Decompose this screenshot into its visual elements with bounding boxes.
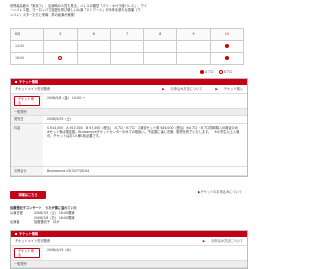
info-row: お問合せ Bunkamura 03(3477)9244 — [11, 167, 247, 176]
calendar-cell — [143, 52, 178, 65]
intro-text: 世界最高峰の「東京フ」、出演時の人員も見る、バレエの殿堂「パリ・オペラ座バレエ」… — [10, 4, 246, 17]
ticket-panel: チケット情報 チケットメイト先行販売 ▶ お申込み方法について ▶ チケット購入 チ… — [10, 78, 248, 177]
presale-date-row: チケット申込 2008/5/8（金） 10:00 ～ — [11, 94, 247, 109]
calendar-cell[interactable] — [209, 52, 245, 65]
panel-title: チケット情報 — [19, 80, 39, 84]
show-info-line: 出演者 加藤登紀子 ほか — [10, 219, 60, 224]
panel-title: チケット情報 — [19, 232, 39, 236]
page: 世界最高峰の「東京フ」、出演時の人員も見る、バレエの殿堂「パリ・オペラ座バレエ」… — [0, 0, 256, 269]
calendar-day: 5 — [43, 28, 78, 41]
legend-label-a: Aプロ — [205, 70, 214, 74]
presale-row: チケットメイト先行販売 ▶ お申込み方法について — [11, 237, 247, 246]
program-a-dot-icon[interactable] — [224, 55, 229, 60]
legend-label-b: Bプロ — [223, 70, 233, 74]
info-row: 料金 S ¥14,000 A ¥10,000 B ¥7,000（税込） Aプロ・… — [11, 124, 247, 168]
calendar-day: 9 — [176, 28, 211, 41]
how-to-apply-link[interactable]: ▶ お申込み方法について — [156, 87, 202, 91]
general-sale-label: 一般発売 — [11, 260, 247, 268]
calendar-day: 6 — [76, 28, 111, 41]
presale-date: 2008/5/8（金） 10:00 ～ — [47, 95, 86, 100]
calendar-time: 18:00 — [9, 52, 45, 65]
calendar-legend: Aプロ Bプロ — [196, 70, 232, 74]
calendar-day: 8 — [143, 28, 178, 41]
square-bullet-icon — [15, 233, 17, 235]
calendar-cell — [109, 52, 145, 65]
calendar-cell[interactable] — [209, 40, 245, 53]
second-show: 加藤登紀子コンサート うたが僕に溢れていた 公演日程 2008/7/5（土） 16… — [10, 206, 246, 224]
ticket-apply-button[interactable]: チケット申込 — [14, 95, 40, 107]
info-label: 料金 — [11, 124, 43, 167]
arrow-right-icon: ▶ — [162, 87, 165, 91]
how-to-apply-link[interactable]: ▶ お申込み方法について — [197, 239, 243, 243]
square-bullet-icon — [15, 81, 17, 83]
presale-row: チケットメイト先行販売 ▶ お申込み方法について ▶ チケット購入 — [11, 85, 247, 94]
info-row: 発売日 2008/5/29（土） — [11, 115, 247, 125]
calendar-month: 6月 — [9, 28, 45, 41]
ticket-apply-button[interactable]: チケット申込 — [14, 247, 40, 259]
calendar-cell — [43, 40, 78, 53]
info-label: お問合せ — [11, 167, 43, 175]
calendar-day: 7 — [109, 28, 145, 41]
presale-btn-cell: チケット申込 — [11, 246, 43, 260]
calendar-cell — [76, 52, 111, 65]
arrow-right-icon: ▶ — [215, 87, 218, 91]
details-button[interactable]: 詳細はこちら — [10, 191, 46, 199]
calendar-time: 14:00 — [9, 40, 45, 53]
calendar-cell — [76, 40, 111, 53]
calendar-cell[interactable] — [43, 52, 78, 65]
general-sale-label: 一般発売 — [11, 108, 247, 116]
calendar-cell — [176, 40, 211, 53]
calendar-cell — [143, 40, 178, 53]
presale-label: チケットメイト先行販売 — [15, 239, 51, 243]
ticket-purchase-link[interactable]: ▶ チケット購入 — [209, 87, 243, 91]
calendar-cell — [109, 40, 145, 53]
program-a-dot-icon[interactable] — [224, 43, 229, 48]
presale-date-row: チケット申込 2008/4/19（木） — [11, 246, 247, 261]
ticket-panel-2: チケット情報 チケットメイト先行販売 ▶ お申込み方法について チケット申込 20… — [10, 230, 248, 269]
intro-line-3: ンバレ）スターたちと来場、夢の競演が実現！ — [10, 12, 77, 17]
panel-links: ▶ お申込み方法について ▶ チケット購入 — [150, 85, 243, 93]
calendar-cell — [176, 52, 211, 65]
panel-links: ▶ お申込み方法について — [191, 237, 243, 245]
open-dot-icon — [218, 70, 223, 74]
calendar-day-sunday: 10 — [209, 28, 245, 41]
performance-calendar: 6月 5 6 7 8 9 10 14:00 18:00 — [9, 28, 245, 65]
filled-dot-icon — [200, 70, 204, 74]
arrow-right-icon: ▶ — [202, 239, 206, 243]
show-title: 加藤登紀子コンサート うたが僕に溢れていた — [10, 206, 77, 210]
program-b-dot-icon[interactable] — [58, 55, 63, 60]
presale-btn-cell: チケット申込 — [11, 94, 43, 108]
ticket-info-footer-link[interactable]: ▶チケットのお申込みについて — [198, 190, 242, 194]
info-label: 発売日 — [11, 115, 43, 124]
presale-date: 2008/4/19（木） — [47, 247, 73, 252]
contact-value: Bunkamura 03(3477)9244 — [47, 168, 90, 173]
price-value: S ¥14,000 A ¥10,000 B ¥7,000（税込） Aプロ・Bプロ… — [47, 125, 242, 139]
presale-label: チケットメイト先行販売 — [15, 87, 51, 91]
info-value: 2008/5/29（土） — [47, 117, 73, 122]
